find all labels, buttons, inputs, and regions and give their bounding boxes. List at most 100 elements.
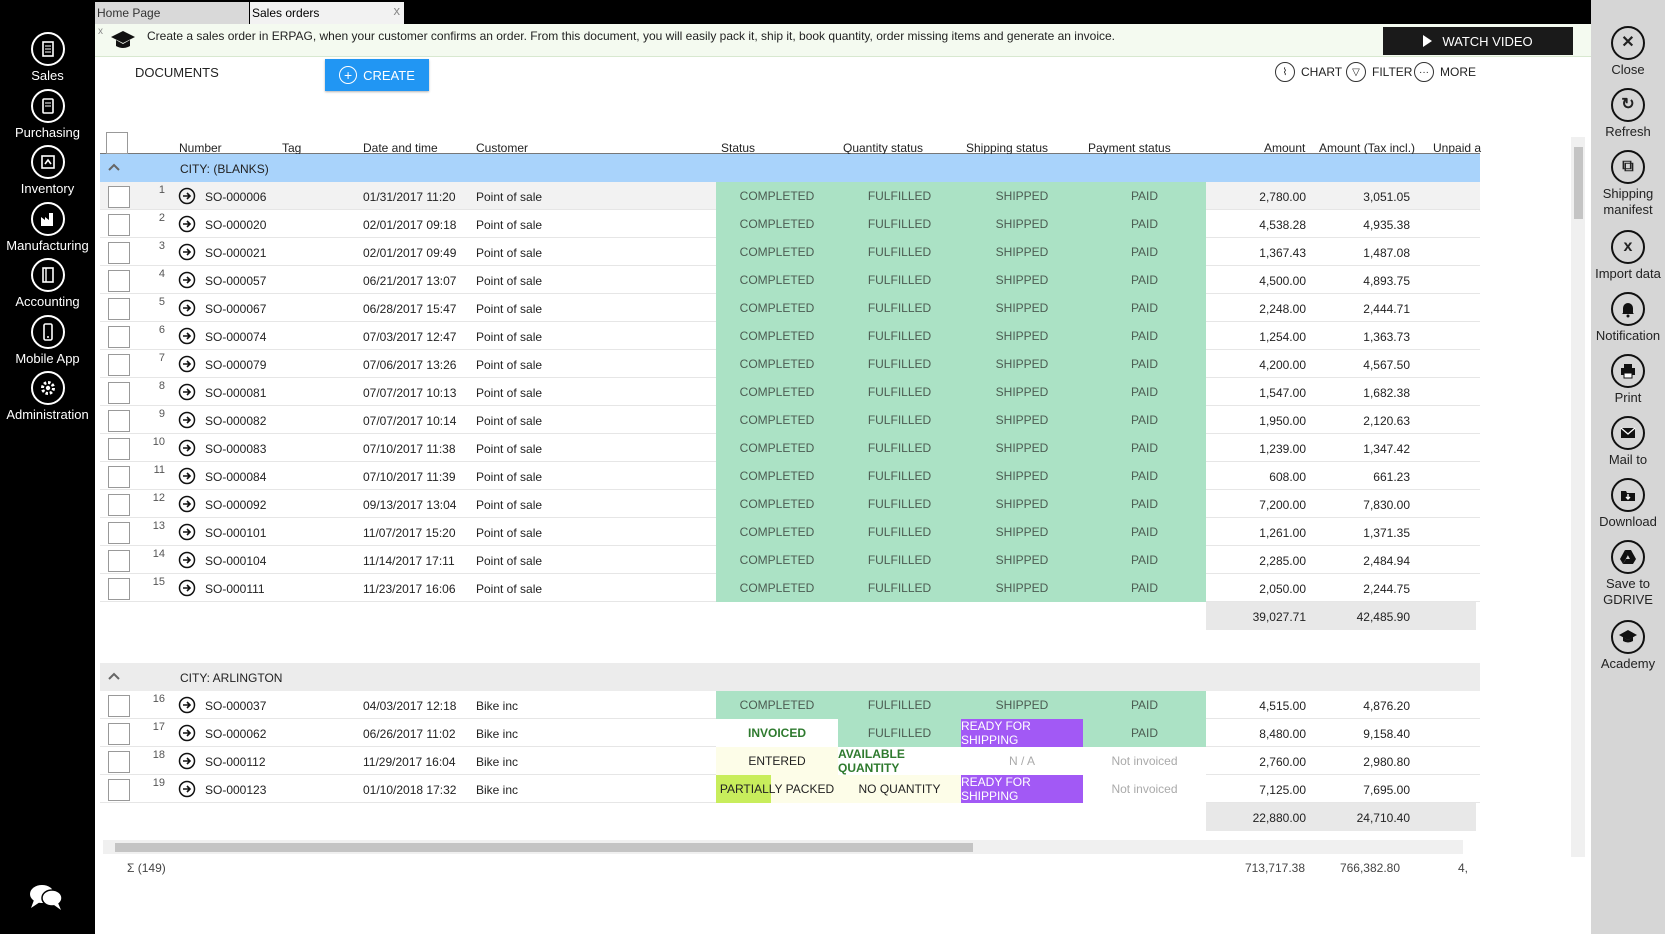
row-checkbox[interactable] xyxy=(108,695,130,717)
academy-button[interactable]: Academy xyxy=(1591,620,1665,672)
row-checkbox[interactable] xyxy=(108,410,130,432)
order-number[interactable]: SO-000020 xyxy=(205,218,266,232)
chevron-up-icon[interactable] xyxy=(108,670,120,682)
open-arrow-icon[interactable] xyxy=(178,724,196,742)
table-row[interactable]: 13 SO-000101 11/07/2017 15:20 Point of s… xyxy=(100,518,1480,546)
col-payment-status[interactable]: Payment status xyxy=(1088,141,1171,155)
chat-icon[interactable] xyxy=(28,882,64,912)
open-arrow-icon[interactable] xyxy=(178,215,196,233)
close-button[interactable]: ✕ Close xyxy=(1591,26,1665,78)
info-close-icon[interactable]: x xyxy=(98,26,103,37)
col-quantity-status[interactable]: Quantity status xyxy=(843,141,923,155)
row-checkbox[interactable] xyxy=(108,298,130,320)
table-row[interactable]: 16 SO-000037 04/03/2017 12:18 Bike inc C… xyxy=(100,691,1480,719)
row-checkbox[interactable] xyxy=(108,382,130,404)
order-number[interactable]: SO-000006 xyxy=(205,190,266,204)
open-arrow-icon[interactable] xyxy=(178,752,196,770)
row-checkbox[interactable] xyxy=(108,354,130,376)
tab-sales-orders[interactable]: Sales orders x xyxy=(250,2,404,24)
col-shipping-status[interactable]: Shipping status xyxy=(966,141,1048,155)
nav-accounting[interactable]: Accounting xyxy=(0,258,95,309)
order-number[interactable]: SO-000057 xyxy=(205,274,266,288)
order-number[interactable]: SO-000084 xyxy=(205,470,266,484)
open-arrow-icon[interactable] xyxy=(178,355,196,373)
open-arrow-icon[interactable] xyxy=(178,243,196,261)
order-number[interactable]: SO-000081 xyxy=(205,386,266,400)
row-checkbox[interactable] xyxy=(108,522,130,544)
open-arrow-icon[interactable] xyxy=(178,780,196,798)
open-arrow-icon[interactable] xyxy=(178,495,196,513)
order-number[interactable]: SO-000101 xyxy=(205,526,266,540)
row-checkbox[interactable] xyxy=(108,550,130,572)
table-row[interactable]: 12 SO-000092 09/13/2017 13:04 Point of s… xyxy=(100,490,1480,518)
order-number[interactable]: SO-000092 xyxy=(205,498,266,512)
order-number[interactable]: SO-000123 xyxy=(205,783,266,797)
order-number[interactable]: SO-000074 xyxy=(205,330,266,344)
nav-mobile-app[interactable]: Mobile App xyxy=(0,315,95,366)
order-number[interactable]: SO-000021 xyxy=(205,246,266,260)
table-row[interactable]: 10 SO-000083 07/10/2017 11:38 Point of s… xyxy=(100,434,1480,462)
group-header[interactable]: CITY: (BLANKS) xyxy=(100,154,1480,182)
order-number[interactable]: SO-000112 xyxy=(205,755,266,769)
col-unpaid[interactable]: Unpaid a xyxy=(1433,141,1481,155)
col-amount-tax[interactable]: Amount (Tax incl.) xyxy=(1319,141,1415,155)
create-button[interactable]: + CREATE xyxy=(325,59,429,91)
col-customer[interactable]: Customer xyxy=(476,141,528,155)
order-number[interactable]: SO-000111 xyxy=(205,582,265,596)
horizontal-scroll-thumb[interactable] xyxy=(115,843,973,852)
order-number[interactable]: SO-000062 xyxy=(205,727,266,741)
print-button[interactable]: Print xyxy=(1591,354,1665,406)
table-row[interactable]: 15 SO-000111 11/23/2017 16:06 Point of s… xyxy=(100,574,1480,602)
table-row[interactable]: 11 SO-000084 07/10/2017 11:39 Point of s… xyxy=(100,462,1480,490)
table-row[interactable]: 19 SO-000123 01/10/2018 17:32 Bike inc P… xyxy=(100,775,1480,803)
nav-administration[interactable]: Administration xyxy=(0,371,95,422)
table-row[interactable]: 2 SO-000020 02/01/2017 09:18 Point of sa… xyxy=(100,210,1480,238)
row-checkbox[interactable] xyxy=(108,751,130,773)
row-checkbox[interactable] xyxy=(108,779,130,801)
row-checkbox[interactable] xyxy=(108,438,130,460)
open-arrow-icon[interactable] xyxy=(178,439,196,457)
table-row[interactable]: 14 SO-000104 11/14/2017 17:11 Point of s… xyxy=(100,546,1480,574)
group-header[interactable]: CITY: ARLINGTON xyxy=(100,663,1480,691)
row-checkbox[interactable] xyxy=(108,466,130,488)
order-number[interactable]: SO-000067 xyxy=(205,302,266,316)
nav-purchasing[interactable]: Purchasing xyxy=(0,89,95,140)
mail-to-button[interactable]: Mail to xyxy=(1591,416,1665,468)
order-number[interactable]: SO-000037 xyxy=(205,699,266,713)
table-row[interactable]: 1 SO-000006 01/31/2017 11:20 Point of sa… xyxy=(100,182,1480,210)
table-row[interactable]: 5 SO-000067 06/28/2017 15:47 Point of sa… xyxy=(100,294,1480,322)
row-checkbox[interactable] xyxy=(108,214,130,236)
col-amount[interactable]: Amount xyxy=(1264,141,1305,155)
chart-button[interactable]: ⌇ CHART xyxy=(1275,62,1342,82)
save-to-gdrive-button[interactable]: Save to GDRIVE xyxy=(1591,540,1665,608)
row-checkbox[interactable] xyxy=(108,326,130,348)
col-status[interactable]: Status xyxy=(721,141,755,155)
horizontal-scrollbar[interactable] xyxy=(103,840,1463,854)
more-button[interactable]: ··· MORE xyxy=(1414,62,1476,82)
open-arrow-icon[interactable] xyxy=(178,523,196,541)
nav-sales[interactable]: Sales xyxy=(0,32,95,83)
tab-close-icon[interactable]: x xyxy=(394,3,401,18)
open-arrow-icon[interactable] xyxy=(178,271,196,289)
row-checkbox[interactable] xyxy=(108,270,130,292)
order-number[interactable]: SO-000082 xyxy=(205,414,266,428)
chevron-up-icon[interactable] xyxy=(108,161,120,173)
table-row[interactable]: 7 SO-000079 07/06/2017 13:26 Point of sa… xyxy=(100,350,1480,378)
table-row[interactable]: 18 SO-000112 11/29/2017 16:04 Bike inc E… xyxy=(100,747,1480,775)
order-number[interactable]: SO-000104 xyxy=(205,554,266,568)
vertical-scrollbar[interactable] xyxy=(1571,137,1585,857)
vertical-scroll-thumb[interactable] xyxy=(1574,147,1583,219)
col-number[interactable]: Number xyxy=(179,141,222,155)
open-arrow-icon[interactable] xyxy=(178,411,196,429)
row-checkbox[interactable] xyxy=(108,578,130,600)
open-arrow-icon[interactable] xyxy=(178,383,196,401)
table-row[interactable]: 4 SO-000057 06/21/2017 13:07 Point of sa… xyxy=(100,266,1480,294)
order-number[interactable]: SO-000083 xyxy=(205,442,266,456)
select-all-checkbox[interactable] xyxy=(106,132,128,154)
table-row[interactable]: 9 SO-000082 07/07/2017 10:14 Point of sa… xyxy=(100,406,1480,434)
row-checkbox[interactable] xyxy=(108,494,130,516)
nav-manufacturing[interactable]: Manufacturing xyxy=(0,202,95,253)
shipping-manifest-button[interactable]: ⧉ Shipping manifest xyxy=(1591,150,1665,218)
filter-button[interactable]: ▽ FILTER xyxy=(1346,62,1412,82)
nav-inventory[interactable]: Inventory xyxy=(0,145,95,196)
